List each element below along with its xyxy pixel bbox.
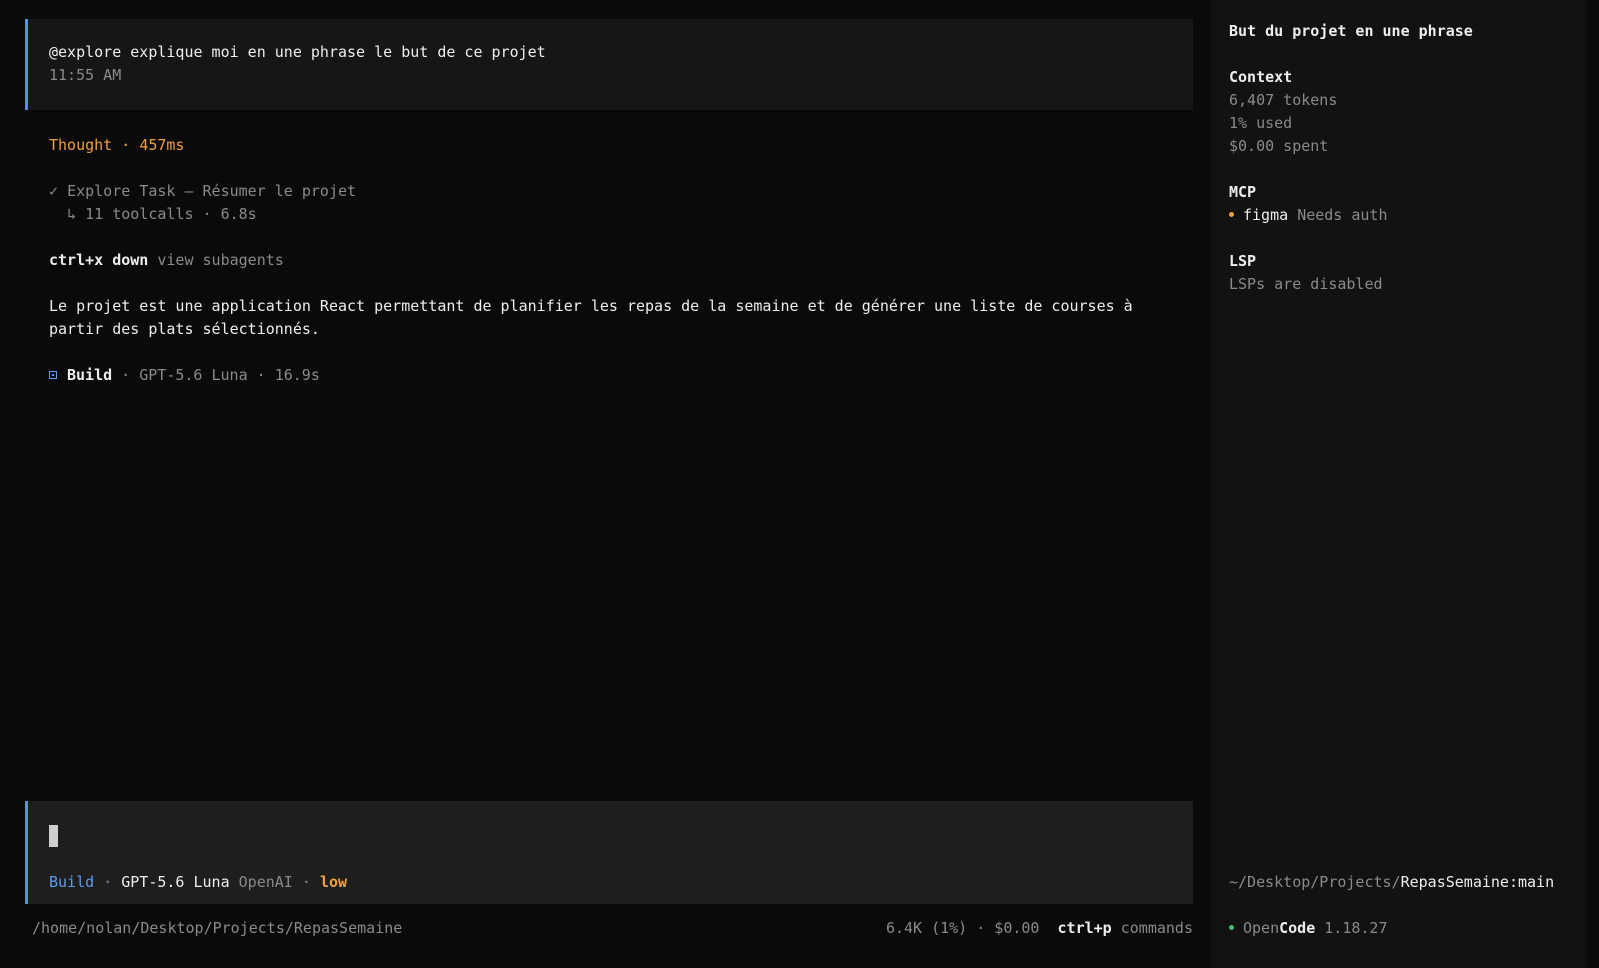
build-duration: 16.9s <box>274 366 320 384</box>
provider-name: OpenAI <box>238 873 293 891</box>
lsp-status: LSPs are disabled <box>1229 275 1383 293</box>
task-text: Explore Task — Résumer le projet <box>67 182 357 200</box>
user-message[interactable]: @explore explique moi en une phrase le b… <box>25 19 1193 110</box>
opencode-window: @explore explique moi en une phrase le b… <box>0 0 1599 968</box>
prompt-separator-2: · <box>292 873 320 891</box>
task-sub-text: 11 toolcalls · 6.8s <box>85 205 257 223</box>
task-sub-line: ↳ 11 toolcalls · 6.8s <box>49 203 257 226</box>
app-name-open: Open <box>1243 919 1280 937</box>
subagents-label: view subagents <box>157 251 284 269</box>
thought-duration: 457ms <box>139 136 185 154</box>
prompt-input[interactable]: Build · GPT-5.6 Luna OpenAI · low <box>25 801 1193 904</box>
user-message-text: @explore explique moi en une phrase le b… <box>49 43 546 61</box>
answer-line-1: Le projet est une application React perm… <box>49 297 1133 315</box>
session-title: But du projet en une phrase <box>1229 22 1473 40</box>
working-directory: /home/nolan/Desktop/Projects/RepasSemain… <box>32 919 403 937</box>
commands-label: commands <box>1120 919 1193 937</box>
reasoning-effort[interactable]: low <box>320 873 347 891</box>
build-separator-1: · <box>112 366 140 384</box>
build-mode: Build <box>67 366 113 384</box>
sidebar-cwd: ~/Desktop/Projects/RepasSemaine:main <box>1229 871 1554 894</box>
context-tokens: 6,407 tokens <box>1229 91 1338 109</box>
cwd-branch: :main <box>1508 873 1555 891</box>
status-right: 6.4K (1%) · $0.00 ctrl+p commands <box>886 917 1193 940</box>
prompt-meta: Build · GPT-5.6 Luna OpenAI · low <box>49 871 347 894</box>
thought-line[interactable]: Thought · 457ms <box>49 134 184 157</box>
mcp-server-figma[interactable]: figma Needs auth <box>1229 204 1388 227</box>
model-name[interactable]: GPT-5.6 Luna <box>121 873 229 891</box>
usage-summary: 6.4K (1%) · $0.00 <box>885 919 1040 937</box>
window-edge <box>1586 0 1599 968</box>
prompt-separator-1: · <box>94 873 122 891</box>
build-separator-2: · <box>247 366 275 384</box>
commands-key[interactable]: ctrl+p <box>1058 919 1112 937</box>
build-square-icon <box>49 371 57 379</box>
answer-line-2: partir des plats sélectionnés. <box>49 320 320 338</box>
subagents-hint[interactable]: ctrl+x down view subagents <box>49 249 284 272</box>
build-summary: Build · GPT-5.6 Luna · 16.9s <box>49 364 320 387</box>
app-status-dot-icon <box>1229 925 1234 930</box>
thought-label: Thought <box>49 136 113 154</box>
return-arrow-icon: ↳ <box>67 205 77 223</box>
build-model: GPT-5.6 Luna <box>139 366 248 384</box>
agent-mode[interactable]: Build <box>49 873 94 891</box>
subagents-key: ctrl+x down <box>49 251 149 269</box>
context-spent: $0.00 spent <box>1229 137 1329 155</box>
mcp-server-name: figma <box>1243 206 1289 224</box>
context-used: 1% used <box>1229 114 1293 132</box>
cwd-project: RepasSemaine <box>1400 873 1509 891</box>
check-icon: ✓ <box>49 182 59 200</box>
cwd-prefix: ~/Desktop/Projects/ <box>1229 873 1401 891</box>
mcp-server-status: Needs auth <box>1297 206 1388 224</box>
status-dot-icon <box>1229 212 1234 217</box>
app-version: OpenCode 1.18.27 <box>1229 917 1388 940</box>
lsp-heading: LSP <box>1229 252 1257 270</box>
user-message-time: 11:55 AM <box>49 66 122 84</box>
thought-separator: · <box>112 136 140 154</box>
app-name-code: Code <box>1279 919 1316 937</box>
context-heading: Context <box>1229 68 1293 86</box>
mcp-heading: MCP <box>1229 183 1257 201</box>
text-cursor <box>49 825 58 847</box>
app-version-number: 1.18.27 <box>1324 919 1388 937</box>
task-line[interactable]: ✓ Explore Task — Résumer le projet <box>49 180 356 203</box>
